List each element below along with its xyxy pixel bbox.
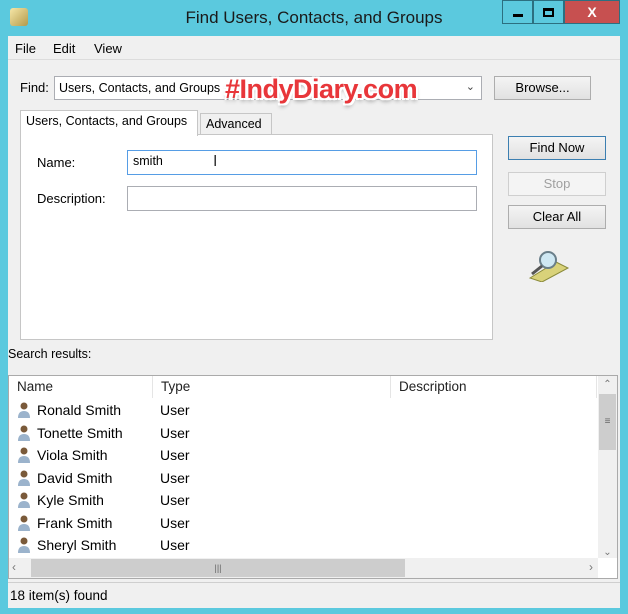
search-results-label: Search results:	[8, 347, 92, 361]
menu-bar: File Edit View	[8, 36, 620, 60]
chevron-down-icon: ⌄	[465, 81, 475, 93]
user-icon	[18, 447, 30, 463]
column-header-description[interactable]: Description	[391, 376, 597, 398]
result-type: User	[160, 469, 190, 486]
tab-users-contacts-groups[interactable]: Users, Contacts, and Groups	[20, 110, 198, 136]
table-row[interactable]: Sheryl Smith User	[9, 534, 597, 556]
close-button[interactable]: X	[564, 0, 620, 24]
user-icon	[18, 425, 30, 441]
column-header-type[interactable]: Type	[153, 376, 391, 398]
description-label: Description:	[37, 191, 106, 206]
maximize-button[interactable]	[533, 0, 564, 24]
description-input[interactable]	[127, 186, 477, 211]
name-input[interactable]: smith	[127, 150, 477, 175]
vertical-scrollbar[interactable]: ⌃ ≡ ⌄	[598, 376, 617, 558]
find-type-value: Users, Contacts, and Groups	[59, 81, 221, 95]
tab-advanced[interactable]: Advanced	[200, 113, 272, 135]
search-magnifier-icon	[528, 251, 570, 282]
scroll-down-icon[interactable]: ⌄	[598, 547, 617, 558]
name-label: Name:	[37, 155, 76, 170]
clear-all-button[interactable]: Clear All	[508, 205, 606, 229]
result-name: Kyle Smith	[37, 492, 104, 508]
menu-view[interactable]: View	[94, 41, 122, 56]
menu-file[interactable]: File	[15, 41, 36, 56]
search-results-list: Name Type Description Ronald Smith User To…	[8, 375, 618, 579]
find-dialog-window: Find Users, Contacts, and Groups X File …	[0, 0, 628, 614]
column-header-name[interactable]: Name	[9, 376, 153, 398]
find-label: Find:	[20, 80, 49, 95]
result-name: Tonette Smith	[37, 424, 123, 441]
table-row[interactable]: Ronald Smith User	[9, 399, 597, 421]
horizontal-scroll-thumb[interactable]: |||	[31, 559, 405, 577]
result-type: User	[160, 424, 190, 441]
scroll-right-icon[interactable]: ›	[589, 560, 593, 574]
user-icon	[18, 515, 30, 531]
vertical-scroll-thumb[interactable]: ≡	[599, 394, 616, 450]
result-name: David Smith	[37, 469, 113, 486]
result-name: Viola Smith	[37, 447, 108, 463]
scroll-up-icon[interactable]: ⌃	[598, 376, 617, 394]
minimize-button[interactable]	[502, 0, 533, 24]
table-row[interactable]: Viola Smith User	[9, 444, 597, 466]
user-icon	[18, 470, 30, 486]
table-row[interactable]: Tonette Smith User	[9, 422, 597, 444]
table-row[interactable]: Frank Smith User	[9, 512, 597, 534]
table-row[interactable]: David Smith User	[9, 467, 597, 489]
title-bar: Find Users, Contacts, and Groups X	[0, 0, 628, 36]
result-name: Frank Smith	[37, 514, 113, 531]
result-type: User	[160, 492, 190, 508]
menu-edit[interactable]: Edit	[53, 41, 75, 56]
user-icon	[18, 402, 30, 418]
scroll-left-icon[interactable]: ‹	[12, 560, 16, 574]
search-criteria-panel: Name: smith I Description:	[20, 134, 493, 340]
result-type: User	[160, 537, 190, 553]
user-icon	[18, 492, 30, 508]
horizontal-scrollbar[interactable]: ‹ ||| ›	[9, 558, 598, 578]
result-type: User	[160, 402, 190, 418]
browse-button[interactable]: Browse...	[494, 76, 591, 100]
stop-button[interactable]: Stop	[508, 172, 606, 196]
text-cursor-icon: I	[213, 153, 218, 170]
status-bar: 18 item(s) found	[8, 582, 620, 608]
user-icon	[18, 537, 30, 553]
result-name: Ronald Smith	[37, 402, 122, 418]
result-name: Sheryl Smith	[37, 537, 117, 553]
result-type: User	[160, 514, 190, 531]
dialog-client: File Edit View Find: Users, Contacts, an…	[8, 36, 620, 608]
find-now-button[interactable]: Find Now	[508, 136, 606, 160]
result-type: User	[160, 447, 190, 463]
table-row[interactable]: Kyle Smith User	[9, 489, 597, 511]
watermark-logo: #IndyDiary.com	[225, 74, 418, 104]
